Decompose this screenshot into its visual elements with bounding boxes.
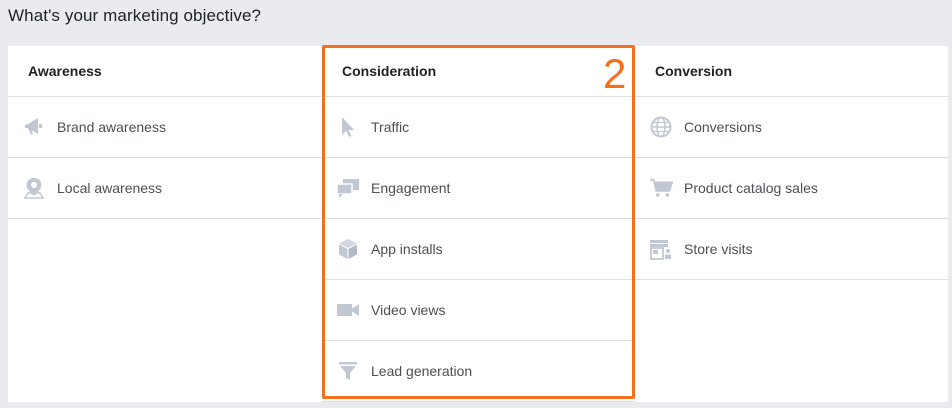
column-title-conversion: Conversion [635,46,948,97]
objective-label: Engagement [371,180,451,196]
objective-label: Local awareness [57,180,163,196]
objective-lead-generation[interactable]: Lead generation [322,341,635,402]
objective-label: Lead generation [371,363,473,379]
objective-label: Video views [371,302,446,318]
video-camera-icon [336,298,360,322]
objective-label: Traffic [371,119,410,135]
annotation-number: 2 [603,50,627,97]
objective-product-catalog-sales[interactable]: Product catalog sales [635,158,948,219]
globe-icon [649,115,673,139]
objective-store-visits[interactable]: Store visits [635,219,948,280]
storefront-icon [649,237,673,261]
cursor-icon [336,115,360,139]
page-heading: What's your marketing objective? [8,6,262,25]
objective-local-awareness[interactable]: Local awareness [8,158,321,219]
objective-engagement[interactable]: Engagement [322,158,635,219]
objective-label: Store visits [684,241,753,257]
column-title-consideration: Consideration [322,46,635,97]
objective-label: App installs [371,241,443,257]
column-consideration: Consideration Traffic Engagement App ins… [322,46,635,402]
objective-label: Product catalog sales [684,180,818,196]
shopping-cart-icon [649,176,673,200]
megaphone-icon [22,115,46,139]
objective-label: Conversions [684,119,762,135]
objective-conversions[interactable]: Conversions [635,97,948,158]
chat-bubbles-icon [336,176,360,200]
column-conversion: Conversion Conversions Product catalog s… [635,46,948,402]
column-awareness: Awareness Brand awareness Local awarenes… [8,46,321,402]
location-pin-icon [22,176,46,200]
column-title-awareness: Awareness [8,46,321,97]
objective-brand-awareness[interactable]: Brand awareness [8,97,321,158]
objective-panel: Awareness Brand awareness Local awarenes… [8,46,948,402]
objective-label: Brand awareness [57,119,166,135]
objective-video-views[interactable]: Video views [322,280,635,341]
objective-traffic[interactable]: Traffic [322,97,635,158]
funnel-icon [336,359,360,383]
objective-app-installs[interactable]: App installs [322,219,635,280]
box-icon [336,237,360,261]
